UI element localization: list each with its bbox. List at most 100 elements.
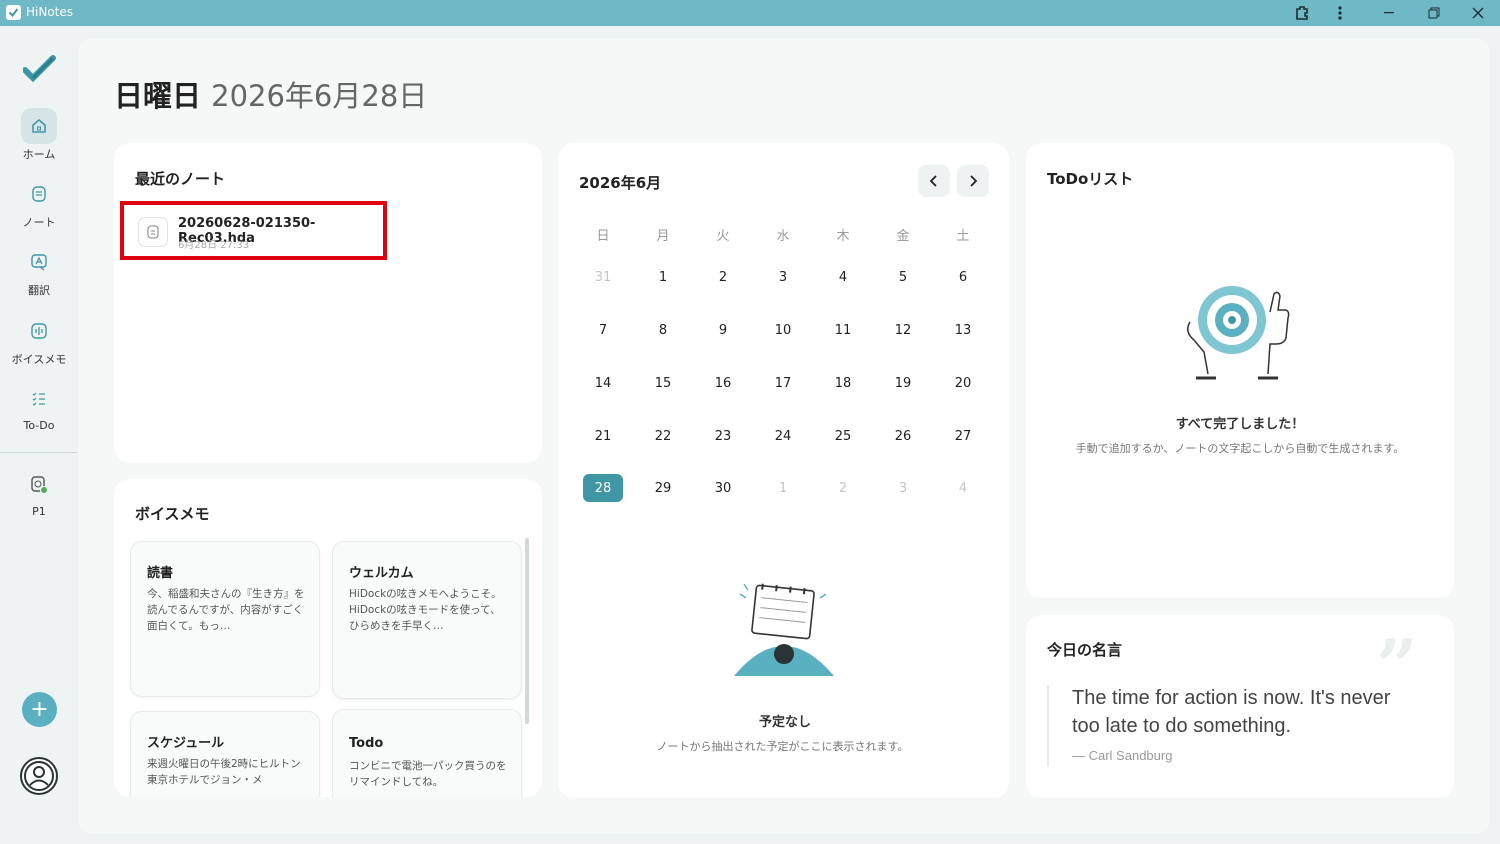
calendar-day[interactable]: 23 (703, 422, 743, 450)
calendar-day[interactable]: 9 (703, 316, 743, 344)
todo-title: ToDoリスト (1047, 170, 1134, 188)
calendar-empty-title: 予定なし (758, 715, 811, 730)
calendar-weekday-header: 火 (716, 228, 730, 244)
recent-notes-title: 最近のノート (135, 170, 226, 188)
calendar-day[interactable]: 1 (763, 474, 803, 502)
calendar-day[interactable]: 15 (643, 369, 683, 397)
target-thumbs-up-illustration (1184, 282, 1296, 382)
translate-icon (21, 244, 57, 280)
avatar[interactable] (20, 757, 58, 795)
memo-body: コンビニで電池一パック買うのをリマインドしてね。 (349, 760, 507, 788)
calendar-weekday-header: 月 (656, 228, 670, 244)
recent-notes-card (114, 143, 542, 463)
calendar-day[interactable]: 8 (643, 316, 683, 344)
calendar-day[interactable]: 18 (823, 369, 863, 397)
memo-body: HiDockの呟きメモへようこそ。HiDockの呟きモードを使って、ひらめきを手… (349, 588, 502, 632)
home-icon (21, 108, 57, 144)
voice-memo-item[interactable]: スケジュール 来週火曜日の午後2時にヒルトン東京ホテルでジョン・メ (130, 711, 320, 797)
memo-body: 今、稲盛和夫さんの『生き方』を読んでるんですが、内容がすごく面白くて。もっ… (147, 588, 305, 632)
calendar-day[interactable]: 17 (763, 369, 803, 397)
calendar-day[interactable]: 11 (823, 316, 863, 344)
calendar-weekday-header: 水 (776, 228, 790, 244)
calendar-day[interactable]: 3 (763, 263, 803, 291)
sidebar-item-notes[interactable]: ノート (0, 176, 78, 230)
calendar-day[interactable]: 5 (883, 263, 923, 291)
close-button[interactable] (1458, 0, 1498, 26)
calendar-day[interactable]: 12 (883, 316, 923, 344)
calendar-day[interactable]: 3 (883, 474, 923, 502)
prev-month-button[interactable] (918, 165, 950, 197)
sidebar-divider (0, 452, 78, 453)
device-icon (21, 467, 57, 503)
todo-empty-title: すべて完了しました！ (1175, 417, 1305, 432)
sidebar-item-translate[interactable]: 翻訳 (0, 244, 78, 298)
extension-icon[interactable] (1282, 0, 1322, 26)
chevron-left-icon (929, 175, 937, 187)
sidebar-item-voice-memo[interactable]: ボイスメモ (0, 313, 78, 367)
voice-memo-title: ボイスメモ (135, 505, 210, 523)
app-logo-icon (6, 5, 21, 20)
calendar-day[interactable]: 13 (943, 316, 983, 344)
calendar-day[interactable]: 25 (823, 422, 863, 450)
hinotes-logo-icon (22, 54, 57, 86)
calendar-day[interactable]: 28 (583, 474, 623, 502)
calendar-day[interactable]: 27 (943, 422, 983, 450)
calendar-day[interactable]: 29 (643, 474, 683, 502)
calendar-day[interactable]: 22 (643, 422, 683, 450)
calendar-day[interactable]: 21 (583, 422, 623, 450)
sidebar-item-label: ボイスメモ (11, 353, 67, 366)
note-file-icon (138, 217, 168, 247)
sidebar-item-device-p1[interactable]: P1 (0, 467, 78, 518)
quote-text: The time for action is now. It's never t… (1072, 687, 1391, 737)
sidebar-item-label: ノート (22, 216, 56, 229)
memo-title: Todo (349, 736, 384, 751)
calendar-day[interactable]: 6 (943, 263, 983, 291)
app-title: HiNotes (26, 5, 74, 19)
sidebar: ホーム ノート 翻訳 ボイスメモ To-Do P1 + (0, 26, 78, 844)
note-time: 6月28日 27:33 (178, 240, 250, 251)
calendar-day[interactable]: 14 (583, 369, 623, 397)
calendar-day[interactable]: 1 (643, 263, 683, 291)
calendar-day[interactable]: 16 (703, 369, 743, 397)
calendar-day[interactable]: 19 (883, 369, 923, 397)
calendar-title: 2026年6月 (579, 174, 662, 192)
note-icon (21, 176, 57, 212)
calendar-day[interactable]: 4 (943, 474, 983, 502)
date-label: 2026年6月28日 (211, 79, 428, 113)
voice-memo-item[interactable]: ウェルカム HiDockの呟きメモへようこそ。HiDockの呟きモードを使って、… (332, 541, 522, 699)
restore-button[interactable] (1414, 0, 1454, 26)
next-month-button[interactable] (957, 165, 989, 197)
calendar-day[interactable]: 2 (823, 474, 863, 502)
calendar-day[interactable]: 7 (583, 316, 623, 344)
sidebar-item-label: P1 (32, 505, 46, 518)
calendar-day[interactable]: 10 (763, 316, 803, 344)
weekday-label: 日曜日 (114, 79, 202, 113)
minimize-button[interactable] (1370, 0, 1410, 26)
calendar-day[interactable]: 26 (883, 422, 923, 450)
memo-title: 読書 (147, 566, 174, 581)
calendar-empty-illustration (730, 582, 838, 678)
sidebar-item-label: 翻訳 (28, 284, 50, 297)
calendar-day[interactable]: 31 (583, 263, 623, 291)
sidebar-item-todo[interactable]: To-Do (0, 381, 78, 432)
calendar-weekday-header: 日 (596, 228, 610, 244)
sidebar-item-label: To-Do (23, 419, 55, 432)
voice-memo-item[interactable]: Todo コンビニで電池一パック買うのをリマインドしてね。 (332, 709, 522, 797)
memo-title: スケジュール (147, 736, 225, 751)
page-title: 日曜日 2026年6月28日 (114, 73, 427, 115)
recent-note-item[interactable]: 20260628-021350-Rec03.hda 6月28日 27:33 (120, 201, 387, 260)
calendar-weekday-header: 木 (836, 228, 850, 244)
calendar-day[interactable]: 24 (763, 422, 803, 450)
voice-memo-item[interactable]: 読書 今、稲盛和夫さんの『生き方』を読んでるんですが、内容がすごく面白くて。もっ… (130, 541, 320, 697)
calendar-day[interactable]: 4 (823, 263, 863, 291)
voice-memo-scrollbar[interactable] (525, 538, 529, 724)
calendar-day[interactable]: 2 (703, 263, 743, 291)
more-options-icon[interactable] (1320, 0, 1360, 26)
add-button[interactable]: + (22, 692, 57, 727)
calendar-day[interactable]: 20 (943, 369, 983, 397)
chevron-right-icon (970, 175, 978, 187)
sidebar-item-label: ホーム (22, 148, 56, 161)
calendar-day[interactable]: 30 (703, 474, 743, 502)
voice-memo-card: 読書 今、稲盛和夫さんの『生き方』を読んでるんですが、内容がすごく面白くて。もっ… (114, 479, 542, 797)
sidebar-item-home[interactable]: ホーム (0, 108, 78, 162)
